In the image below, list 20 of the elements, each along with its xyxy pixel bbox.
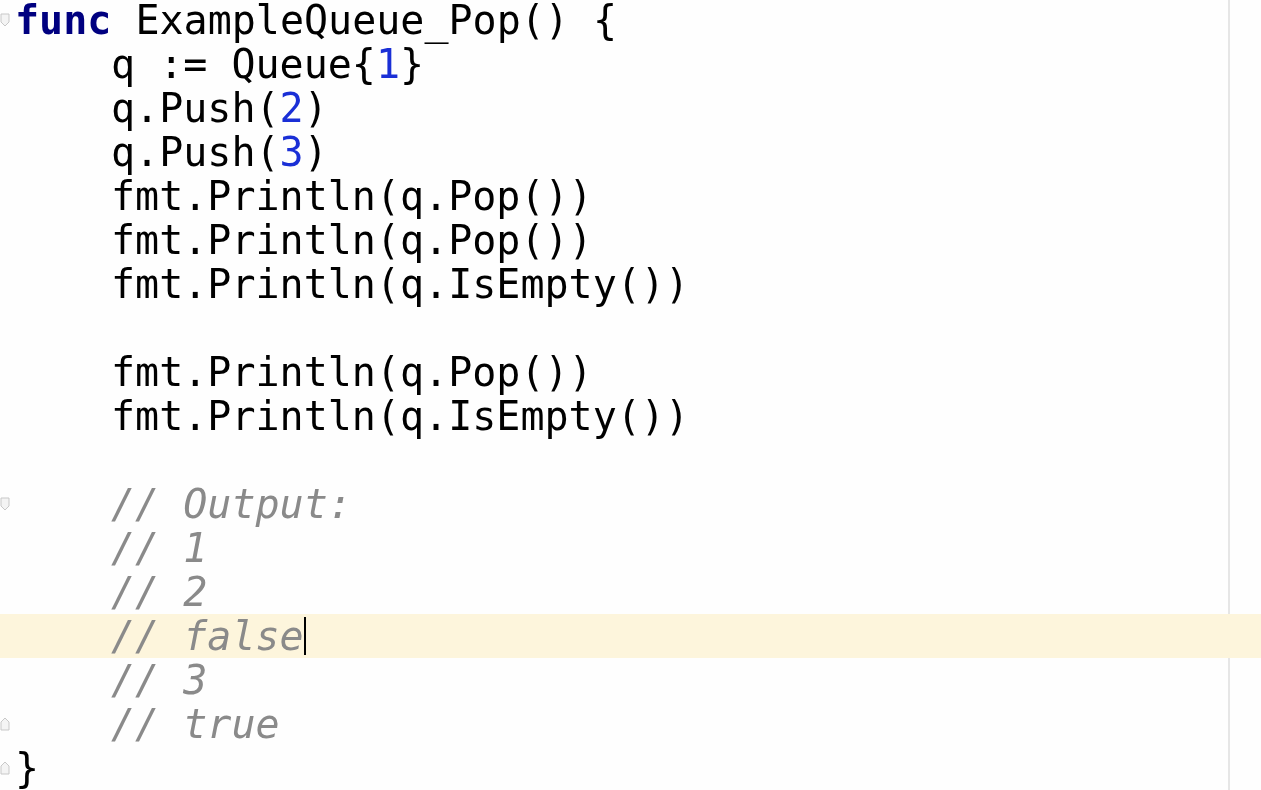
code-line: fmt.Println(q.Pop()) xyxy=(111,350,593,394)
code-line: q.Push(2) xyxy=(111,86,328,130)
code-line: // false xyxy=(111,614,304,658)
code-line: fmt.Println(q.IsEmpty()) xyxy=(111,394,689,438)
code-line: func ExampleQueue_Pop() { xyxy=(15,0,618,42)
fold-marker-icon[interactable] xyxy=(0,13,10,27)
code-line: fmt.Println(q.IsEmpty()) xyxy=(111,262,689,306)
code-line: // 3 xyxy=(111,658,208,702)
code-line: fmt.Println(q.Pop()) xyxy=(111,218,593,262)
code-line: fmt.Println(q.Pop()) xyxy=(111,174,593,218)
code-line: // 2 xyxy=(111,570,208,614)
code-line: } xyxy=(15,746,40,790)
code-line: q.Push(3) xyxy=(111,130,328,174)
code-line: // 1 xyxy=(111,526,208,570)
fold-marker-icon[interactable] xyxy=(0,717,10,731)
code-line: // Output: xyxy=(111,482,352,526)
fold-marker-icon[interactable] xyxy=(0,761,10,775)
fold-marker-icon[interactable] xyxy=(0,497,10,511)
code-editor[interactable] xyxy=(0,0,1261,790)
code-line: // true xyxy=(111,702,280,746)
